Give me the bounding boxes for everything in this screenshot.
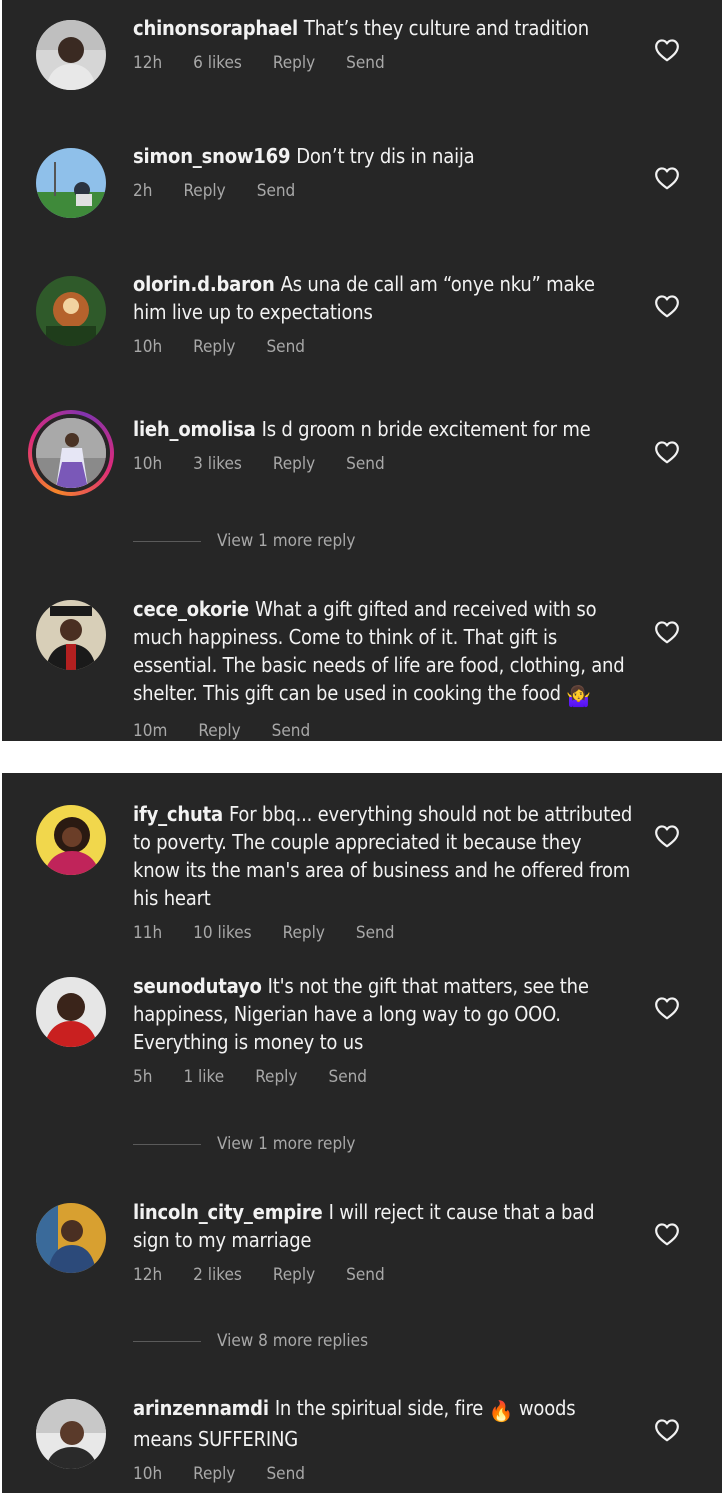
- comment-text: arinzennamdi In the spiritual side, fire …: [133, 1394, 633, 1453]
- timestamp: 10h: [133, 1464, 163, 1484]
- timestamp: 5h: [133, 1067, 153, 1087]
- username-link[interactable]: arinzennamdi: [133, 1396, 269, 1420]
- view-more-replies[interactable]: View 8 more replies: [133, 1331, 368, 1353]
- send-button[interactable]: Send: [346, 53, 385, 73]
- likes-count[interactable]: 10 likes: [193, 923, 251, 943]
- comment-meta: 5h 1 like Reply Send: [133, 1067, 633, 1089]
- heart-outline-icon[interactable]: [654, 996, 680, 1020]
- heart-outline-icon[interactable]: [654, 620, 680, 644]
- avatar[interactable]: [36, 276, 106, 346]
- reply-button[interactable]: Reply: [255, 1067, 297, 1087]
- comment-meta: 10h Reply Send: [133, 337, 633, 359]
- send-button[interactable]: Send: [272, 721, 311, 741]
- avatar[interactable]: [36, 148, 106, 218]
- send-button[interactable]: Send: [257, 181, 296, 201]
- reply-button[interactable]: Reply: [273, 454, 315, 474]
- send-button[interactable]: Send: [266, 337, 305, 357]
- username-link[interactable]: lincoln_city_empire: [133, 1200, 323, 1224]
- comment-text: olorin.d.baron As una de call am “onye nk…: [133, 270, 633, 326]
- send-button[interactable]: Send: [346, 454, 385, 474]
- comment-text: ify_chuta For bbq... everything should no…: [133, 800, 633, 912]
- reply-button[interactable]: Reply: [193, 337, 235, 357]
- view-more-label: View 8 more replies: [217, 1331, 369, 1351]
- comment-text: chinonsoraphael That’s they culture and t…: [133, 14, 633, 42]
- heart-outline-icon[interactable]: [654, 824, 680, 848]
- fire-emoji: 🔥: [488, 1399, 514, 1423]
- timestamp: 12h: [133, 53, 163, 73]
- comment-meta: 12h 2 likes Reply Send: [133, 1265, 633, 1287]
- comment-text: lincoln_city_empire I will reject it caus…: [133, 1198, 633, 1254]
- heart-outline-icon[interactable]: [654, 440, 680, 464]
- comment-body: Don’t try dis in naija: [296, 144, 475, 168]
- comment-meta: 10m Reply Send: [133, 721, 633, 741]
- username-link[interactable]: cece_okorie: [133, 597, 249, 621]
- shrug-emoji: 🤷‍♀️: [566, 684, 592, 708]
- divider-line: [133, 1143, 201, 1145]
- comments-panel-top: chinonsoraphael That’s they culture and t…: [2, 0, 722, 741]
- heart-outline-icon[interactable]: [654, 38, 680, 62]
- view-more-label: View 1 more reply: [217, 1134, 356, 1154]
- username-link[interactable]: ify_chuta: [133, 802, 223, 826]
- send-button[interactable]: Send: [346, 1265, 385, 1285]
- username-link[interactable]: lieh_omolisa: [133, 417, 256, 441]
- likes-count[interactable]: 2 likes: [193, 1265, 242, 1285]
- reply-button[interactable]: Reply: [193, 1464, 235, 1484]
- heart-outline-icon[interactable]: [654, 1418, 680, 1442]
- view-more-replies[interactable]: View 1 more reply: [133, 1134, 355, 1156]
- divider-line: [133, 1340, 201, 1342]
- send-button[interactable]: Send: [356, 923, 395, 943]
- username-link[interactable]: simon_snow169: [133, 144, 290, 168]
- avatar[interactable]: [36, 600, 106, 670]
- view-more-replies[interactable]: View 1 more reply: [133, 531, 355, 553]
- send-button[interactable]: Send: [266, 1464, 305, 1484]
- reply-button[interactable]: Reply: [198, 721, 240, 741]
- timestamp: 10h: [133, 454, 163, 474]
- divider-line: [133, 540, 201, 542]
- username-link[interactable]: chinonsoraphael: [133, 16, 298, 40]
- comments-panel-bottom: ify_chuta For bbq... everything should no…: [2, 773, 722, 1493]
- avatar[interactable]: [36, 1399, 106, 1469]
- comment-text: cece_okorie What a gift gifted and receiv…: [133, 595, 633, 710]
- comment-text: seunodutayo It's not the gift that matter…: [133, 972, 633, 1056]
- reply-button[interactable]: Reply: [183, 181, 225, 201]
- comment-meta: 10h 3 likes Reply Send: [133, 454, 633, 476]
- reply-button[interactable]: Reply: [283, 923, 325, 943]
- username-link[interactable]: seunodutayo: [133, 974, 262, 998]
- timestamp: 10m: [133, 721, 168, 741]
- avatar[interactable]: [36, 805, 106, 875]
- heart-outline-icon[interactable]: [654, 294, 680, 318]
- comment-body: Is d groom n bride excitement for me: [261, 417, 591, 441]
- comment-body-start: In the spiritual side, fire: [274, 1396, 484, 1420]
- comment-meta: 12h 6 likes Reply Send: [133, 53, 633, 75]
- comment-meta: 2h Reply Send: [133, 181, 633, 203]
- heart-outline-icon[interactable]: [654, 1222, 680, 1246]
- avatar-story-ring[interactable]: [28, 410, 114, 496]
- timestamp: 10h: [133, 337, 163, 357]
- comment-body: That’s they culture and tradition: [303, 16, 589, 40]
- timestamp: 12h: [133, 1265, 163, 1285]
- reply-button[interactable]: Reply: [273, 53, 315, 73]
- reply-button[interactable]: Reply: [273, 1265, 315, 1285]
- comment-meta: 10h Reply Send: [133, 1464, 633, 1486]
- avatar[interactable]: [36, 20, 106, 90]
- likes-count[interactable]: 1 like: [183, 1067, 224, 1087]
- avatar[interactable]: [36, 1203, 106, 1273]
- view-more-label: View 1 more reply: [217, 531, 356, 551]
- avatar[interactable]: [36, 977, 106, 1047]
- username-link[interactable]: olorin.d.baron: [133, 272, 275, 296]
- likes-count[interactable]: 3 likes: [193, 454, 242, 474]
- comment-text: simon_snow169 Don’t try dis in naija: [133, 142, 633, 170]
- comment-text: lieh_omolisa Is d groom n bride excitemen…: [133, 415, 633, 443]
- send-button[interactable]: Send: [328, 1067, 367, 1087]
- timestamp: 2h: [133, 181, 153, 201]
- timestamp: 11h: [133, 923, 163, 943]
- heart-outline-icon[interactable]: [654, 166, 680, 190]
- likes-count[interactable]: 6 likes: [193, 53, 242, 73]
- comment-meta: 11h 10 likes Reply Send: [133, 923, 633, 945]
